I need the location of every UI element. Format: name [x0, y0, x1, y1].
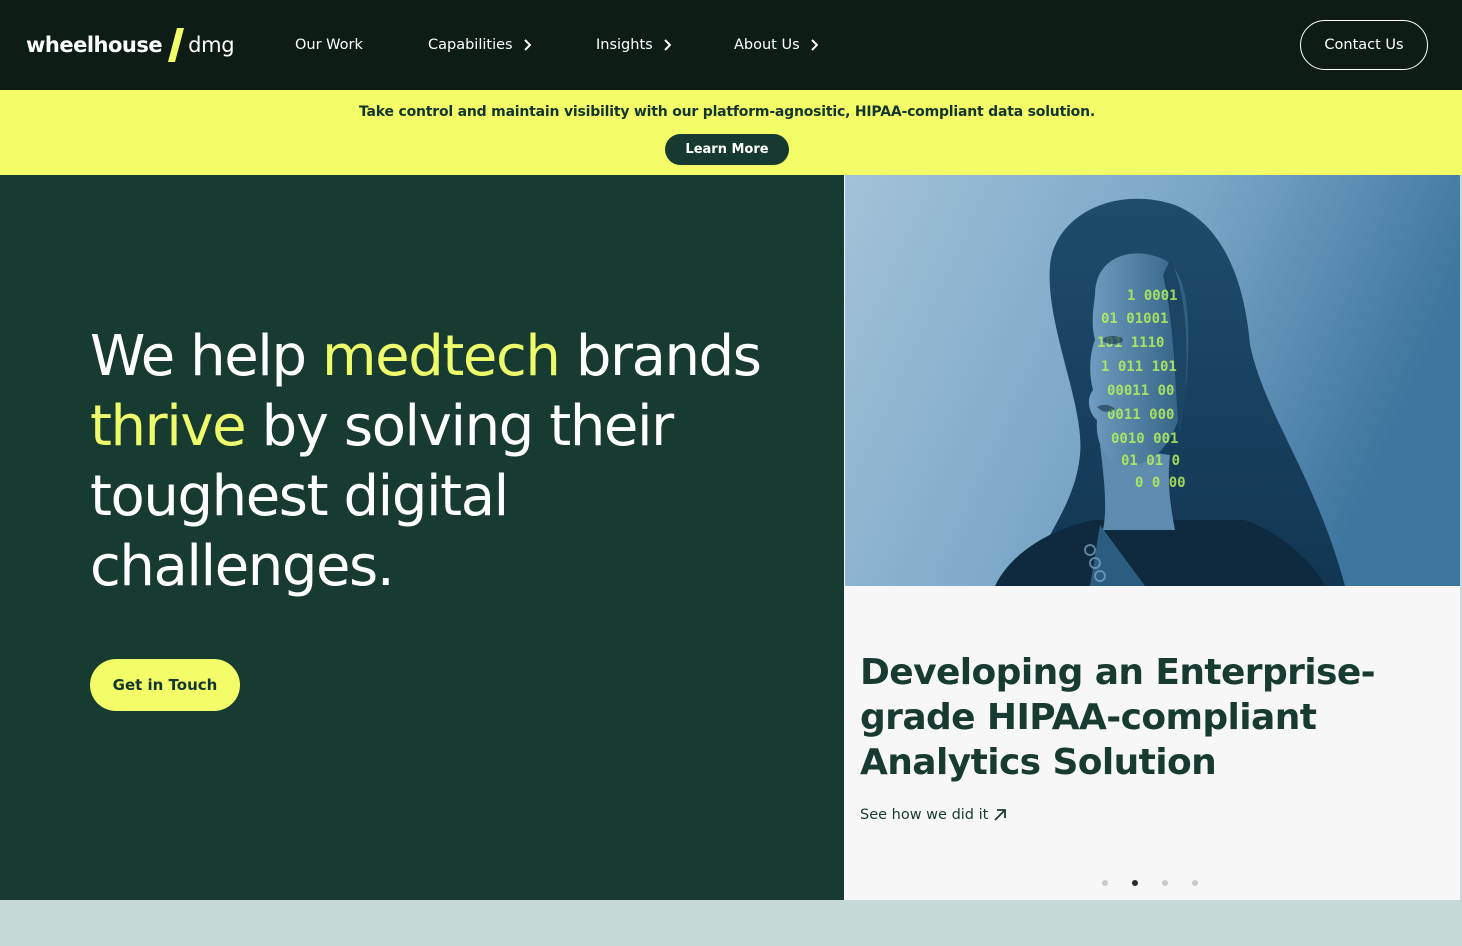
nav-about-us[interactable]: About Us — [734, 34, 818, 56]
contact-us-button[interactable]: Contact Us — [1300, 20, 1428, 70]
nav-insights[interactable]: Insights — [596, 34, 671, 56]
logo-slash-icon — [168, 28, 185, 62]
site-header: wheelhouse dmg Our Work Capabilities Ins… — [0, 0, 1462, 90]
nav-label: Our Work — [295, 37, 363, 53]
chevron-right-icon — [810, 39, 818, 51]
get-in-touch-button[interactable]: Get in Touch — [90, 659, 240, 711]
announcement-banner: Take control and maintain visibility wit… — [0, 90, 1462, 175]
hero-section: We help medtech brands thrive by solving… — [0, 175, 844, 900]
svg-text:00011 00: 00011 00 — [1107, 383, 1174, 399]
svg-text:01 01001: 01 01001 — [1101, 311, 1168, 327]
svg-text:1 0001: 1 0001 — [1127, 288, 1178, 304]
feature-card-title: Developing an Enterprise-grade HIPAA-com… — [860, 652, 1376, 783]
carousel-dot-1[interactable] — [1102, 880, 1108, 886]
carousel-dot-2[interactable] — [1132, 880, 1138, 886]
svg-text:1 011 101: 1 011 101 — [1101, 359, 1177, 375]
chevron-right-icon — [663, 39, 671, 51]
svg-text:0 0 00: 0 0 00 — [1135, 475, 1186, 491]
carousel-dot-4[interactable] — [1192, 880, 1198, 886]
nav-label: Capabilities — [428, 37, 513, 53]
woman-data-projection-image: 1 0001 01 01001 101 1110 1 011 101 00011… — [845, 175, 1460, 586]
chevron-right-icon — [523, 39, 531, 51]
brand-logo[interactable]: wheelhouse dmg — [26, 28, 235, 62]
svg-text:01 01 0: 01 01 0 — [1121, 453, 1180, 469]
nav-capabilities[interactable]: Capabilities — [428, 34, 531, 56]
arrow-up-right-icon — [994, 809, 1007, 821]
headline-part: brands — [559, 324, 762, 389]
hero-headline: We help medtech brands thrive by solving… — [90, 322, 810, 602]
headline-highlight: thrive — [90, 394, 247, 459]
feature-carousel: 1 0001 01 01001 101 1110 1 011 101 00011… — [844, 175, 1460, 900]
nav-our-work[interactable]: Our Work — [295, 34, 363, 56]
headline-part: We help — [90, 324, 322, 389]
see-how-link[interactable]: See how we did it — [860, 807, 1007, 823]
nav-label: Insights — [596, 37, 653, 53]
hero-image: 1 0001 01 01001 101 1110 1 011 101 00011… — [845, 175, 1460, 586]
link-label: See how we did it — [860, 807, 989, 823]
carousel-dots — [1102, 880, 1198, 886]
carousel-dot-3[interactable] — [1162, 880, 1168, 886]
svg-text:0010 001: 0010 001 — [1111, 431, 1178, 447]
banner-text: Take control and maintain visibility wit… — [359, 104, 1095, 120]
learn-more-button[interactable]: Learn More — [665, 134, 789, 165]
nav-label: About Us — [734, 37, 800, 53]
headline-highlight: medtech — [322, 324, 561, 389]
svg-text:0011 000: 0011 000 — [1107, 407, 1174, 423]
logo-wordmark: wheelhouse — [26, 33, 163, 57]
logo-subtext: dmg — [188, 33, 235, 57]
